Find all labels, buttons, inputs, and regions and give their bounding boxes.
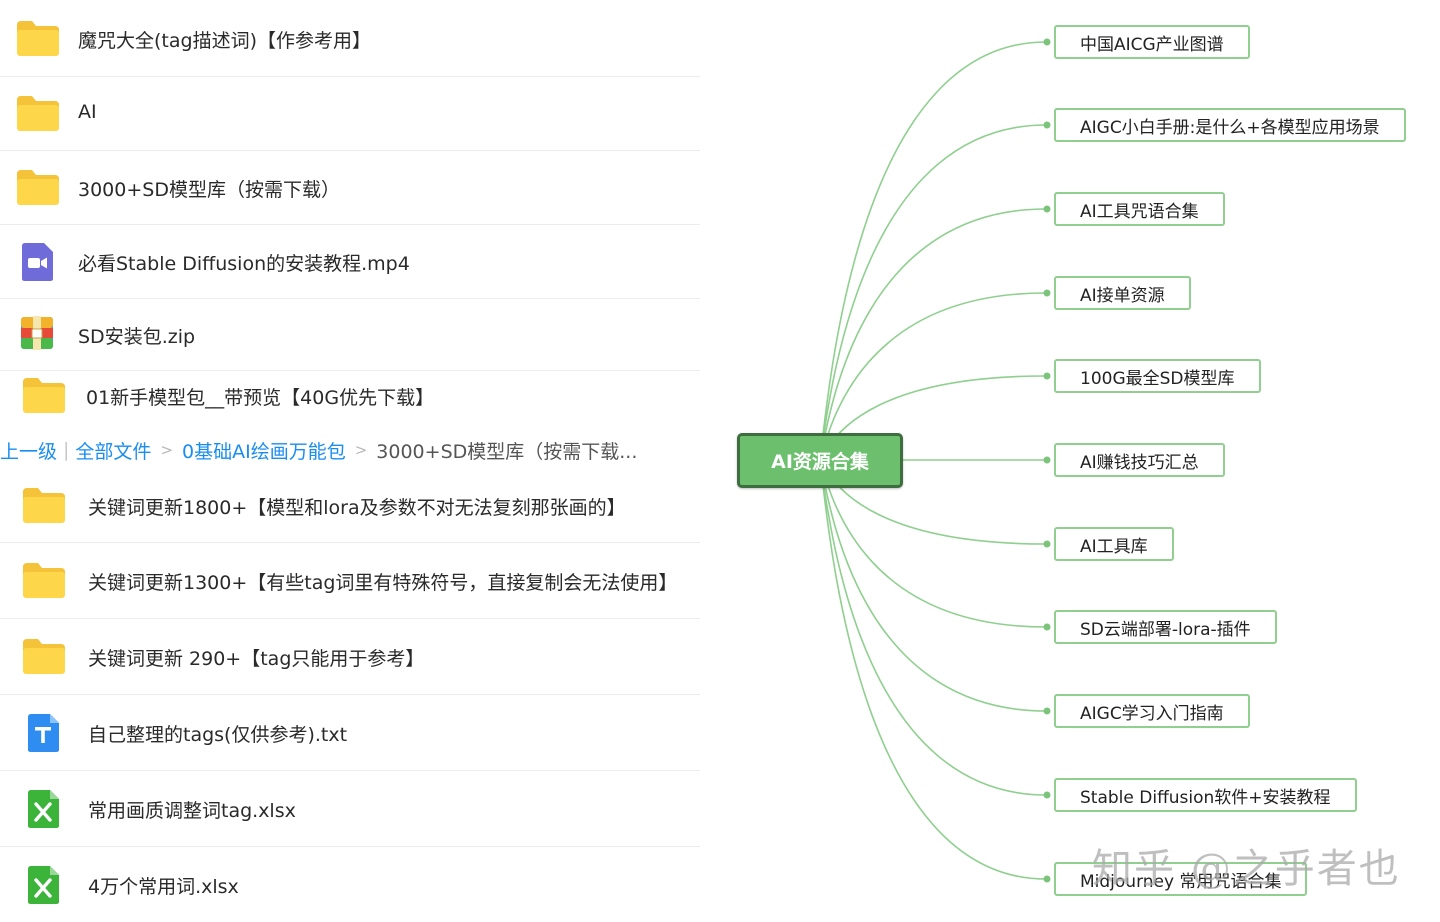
mindmap-branch-node[interactable]: SD云端部署-lora-插件 xyxy=(1054,610,1277,644)
file-list-panel: 魔咒大全(tag描述词)【作参考用】 AI 3000+SD模型库（按需下载） 必看St… xyxy=(0,0,712,922)
breadcrumb-level1-link[interactable]: 0基础AI绘画万能包 xyxy=(182,437,346,464)
mindmap-connector-dot xyxy=(1043,707,1051,715)
mindmap-connector-dot xyxy=(1043,121,1051,129)
mindmap-branch-node[interactable]: AI工具咒语合集 xyxy=(1054,192,1225,226)
mindmap-connector-dot xyxy=(1043,205,1051,213)
mindmap-branch-node[interactable]: Stable Diffusion软件+安装教程 xyxy=(1054,778,1357,812)
breadcrumb-arrow-separator: > xyxy=(160,441,174,459)
folder-icon xyxy=(16,94,60,136)
file-name: 4万个常用词.xlsx xyxy=(88,876,239,898)
mindmap-connector-dot xyxy=(1043,875,1051,883)
file-row[interactable]: 魔咒大全(tag描述词)【作参考用】 xyxy=(0,0,702,76)
video-file-icon xyxy=(20,242,54,286)
file-name: 必看Stable Diffusion的安装教程.mp4 xyxy=(78,253,410,275)
mindmap-connector xyxy=(819,459,1047,712)
watermark: 知乎 @之乎者也 xyxy=(1092,846,1401,892)
file-row[interactable]: 关键词更新1800+【模型和lora及参数不对无法复刻那张画的】 xyxy=(0,468,702,542)
mindmap-connector-dot xyxy=(1043,372,1051,380)
mindmap-connector-dot xyxy=(1043,623,1051,631)
file-row[interactable]: 01新手模型包__带预览【40G优先下载】 xyxy=(0,370,702,420)
folder-icon xyxy=(16,19,60,61)
mindmap-connector xyxy=(819,459,1047,796)
mindmap-branch-node[interactable]: 中国AICG产业图谱 xyxy=(1054,25,1250,59)
mindmap-connector-dot xyxy=(1043,289,1051,297)
mindmap-branch-node[interactable]: AI赚钱技巧汇总 xyxy=(1054,443,1225,477)
breadcrumb: 上一级 | 全部文件 > 0基础AI绘画万能包 > 3000+SD模型库（按需下… xyxy=(0,436,637,464)
file-name: 关键词更新 290+【tag只能用于参考】 xyxy=(88,648,425,670)
breadcrumb-up-link[interactable]: 上一级 xyxy=(0,437,57,464)
mindmap-connector xyxy=(819,41,1047,461)
folder-icon xyxy=(22,486,66,528)
breadcrumb-current: 3000+SD模型库（按需下载... xyxy=(376,440,638,463)
folder-icon xyxy=(22,376,66,418)
file-row[interactable]: 关键词更新 290+【tag只能用于参考】 xyxy=(0,618,702,694)
file-row[interactable]: 4万个常用词.xlsx xyxy=(0,846,702,922)
excel-file-icon xyxy=(26,789,60,833)
file-name: AI xyxy=(78,101,97,123)
mindmap-connector-dot xyxy=(1043,456,1051,464)
mindmap-connector-dot xyxy=(1043,791,1051,799)
file-row[interactable]: 必看Stable Diffusion的安装教程.mp4 xyxy=(0,224,702,298)
mindmap-connector xyxy=(819,208,1047,461)
folder-icon xyxy=(22,637,66,679)
mindmap-connector xyxy=(819,459,1047,880)
excel-file-icon xyxy=(26,865,60,909)
file-name: 关键词更新1300+【有些tag词里有特殊符号，直接复制会无法使用】 xyxy=(88,572,678,594)
mindmap-branch-node[interactable]: AIGC小白手册:是什么+各模型应用场景 xyxy=(1054,108,1406,142)
mindmap-connector-dot xyxy=(1043,540,1051,548)
mindmap-branch-node[interactable]: AI工具库 xyxy=(1054,527,1174,561)
file-row[interactable]: AI xyxy=(0,76,702,150)
file-name: SD安装包.zip xyxy=(78,326,196,348)
breadcrumb-arrow-separator: > xyxy=(354,441,368,459)
file-name: 常用画质调整词tag.xlsx xyxy=(88,800,296,822)
mindmap-center-node[interactable]: AI资源合集 xyxy=(737,433,903,488)
zip-archive-icon xyxy=(20,315,54,355)
file-row[interactable]: SD安装包.zip xyxy=(0,298,702,370)
file-row[interactable]: 关键词更新1300+【有些tag词里有特殊符号，直接复制会无法使用】 xyxy=(0,542,702,618)
mindmap-branch-node[interactable]: AI接单资源 xyxy=(1054,276,1191,310)
mindmap-connector-dot xyxy=(1043,38,1051,46)
file-name: 关键词更新1800+【模型和lora及参数不对无法复刻那张画的】 xyxy=(88,497,626,519)
folder-icon xyxy=(16,168,60,210)
file-name: 自己整理的tags(仅供参考).txt xyxy=(88,724,348,746)
breadcrumb-all-files-link[interactable]: 全部文件 xyxy=(75,437,151,464)
folder-icon xyxy=(22,561,66,603)
file-row[interactable]: 常用画质调整词tag.xlsx xyxy=(0,770,702,846)
file-name: 魔咒大全(tag描述词)【作参考用】 xyxy=(78,30,371,52)
file-name: 3000+SD模型库（按需下载） xyxy=(78,179,340,201)
text-file-icon xyxy=(26,713,60,757)
mindmap-branch-node[interactable]: AIGC学习入门指南 xyxy=(1054,694,1250,728)
breadcrumb-bar-separator: | xyxy=(63,439,70,461)
file-row[interactable]: 3000+SD模型库（按需下载） xyxy=(0,150,702,224)
file-row[interactable]: 自己整理的tags(仅供参考).txt xyxy=(0,694,702,770)
file-name: 01新手模型包__带预览【40G优先下载】 xyxy=(86,387,435,409)
mindmap-connector xyxy=(819,124,1047,461)
mindmap-branch-node[interactable]: 100G最全SD模型库 xyxy=(1054,359,1261,393)
mindmap-panel: AI资源合集 中国AICG产业图谱 AIGC小白手册:是什么+各模型应用场景 AI工… xyxy=(712,0,1440,922)
